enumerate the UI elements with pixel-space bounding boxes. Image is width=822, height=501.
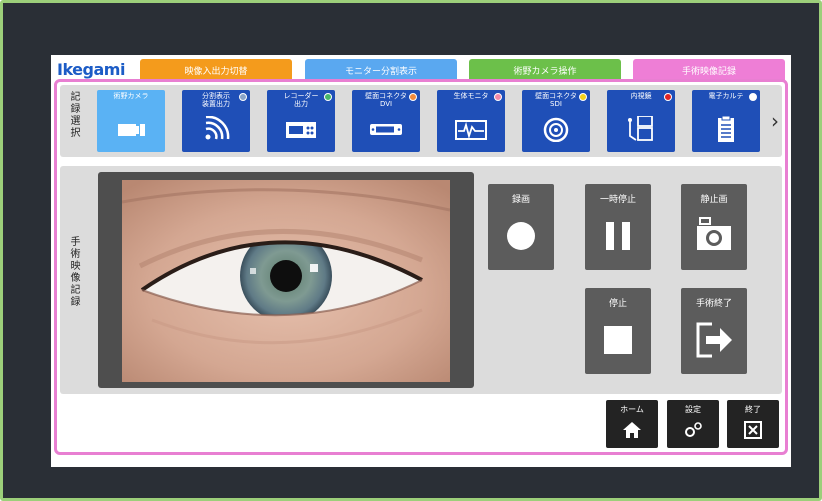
home-label: ホーム	[620, 405, 644, 414]
still-image-button[interactable]: 静止画	[681, 184, 747, 270]
vital-monitor-icon	[455, 120, 487, 140]
home-button[interactable]: ホーム	[606, 400, 658, 448]
video-preview	[98, 172, 474, 388]
status-dot	[579, 93, 587, 101]
source-button-endoscope[interactable]: 内視鏡	[607, 90, 675, 152]
status-dot	[409, 93, 417, 101]
eye-image	[122, 180, 450, 382]
gear-icon	[685, 422, 702, 437]
source-button-electronic-chart[interactable]: 電子カルテ	[692, 90, 760, 152]
status-dot	[494, 93, 502, 101]
dvi-connector-icon	[370, 124, 402, 135]
settings-button[interactable]: 設定	[667, 400, 719, 448]
source-select-panel: 記録選択 術野カメラ 分割表示 装置出力 レコーダー 出力 壁面コネクタ DVI…	[60, 85, 782, 157]
settings-label: 設定	[685, 405, 701, 414]
end-surgery-button[interactable]: 手術終了	[681, 288, 747, 374]
tab-camera-control[interactable]: 術野カメラ操作	[469, 59, 621, 81]
endoscope-icon	[628, 116, 653, 141]
status-dot	[749, 93, 757, 101]
source-button-recorder-output[interactable]: レコーダー 出力	[267, 90, 335, 152]
source-button-split-output[interactable]: 分割表示 装置出力	[182, 90, 250, 152]
status-dot	[239, 93, 247, 101]
pause-icon	[606, 222, 630, 250]
source-button-vital-monitor[interactable]: 生体モニタ	[437, 90, 505, 152]
tab-video-io-switch[interactable]: 映像入出力切替	[140, 59, 292, 81]
pause-button[interactable]: 一時停止	[585, 184, 651, 270]
recording-panel: 手術映像記録 録画 一時停止 静止画 停止 手術終了	[60, 166, 782, 394]
end-surgery-label: 手術終了	[695, 299, 732, 309]
still-image-label: 静止画	[700, 195, 728, 205]
tab-surgery-recording[interactable]: 手術映像記録	[633, 59, 785, 81]
pause-label: 一時停止	[599, 195, 636, 205]
camera-snapshot-icon	[697, 217, 731, 250]
recording-section-label: 手術映像記録	[68, 236, 79, 308]
stop-icon	[604, 326, 632, 354]
signal-icon	[205, 116, 230, 140]
exit-label: 終了	[745, 405, 761, 414]
record-label: 録画	[511, 195, 530, 205]
ikegami-logo: Ikegami	[57, 60, 125, 79]
source-select-label: 記録選択	[68, 91, 79, 139]
source-button-surgical-camera[interactable]: 術野カメラ	[97, 90, 165, 152]
stop-button[interactable]: 停止	[585, 288, 651, 374]
camera-icon	[118, 124, 145, 136]
tab-monitor-split[interactable]: モニター分割表示	[305, 59, 457, 81]
exit-button[interactable]: 終了	[727, 400, 779, 448]
source-button-wall-dvi[interactable]: 壁面コネクタ DVI	[352, 90, 420, 152]
record-icon	[507, 222, 535, 250]
chevron-right-icon[interactable]: ›	[771, 109, 779, 133]
stop-label: 停止	[608, 299, 627, 309]
source-label: 術野カメラ	[113, 92, 149, 100]
source-button-wall-sdi[interactable]: 壁面コネクタ SDI	[522, 90, 590, 152]
monitor-bezel: Ikegami 映像入出力切替 モニター分割表示 術野カメラ操作 手術映像記録 …	[0, 0, 822, 501]
exit-arrow-icon	[696, 322, 732, 358]
record-button[interactable]: 録画	[488, 184, 554, 270]
sdi-connector-icon	[543, 117, 569, 142]
status-dot	[324, 93, 332, 101]
clipboard-icon	[718, 116, 734, 142]
status-dot	[664, 93, 672, 101]
home-icon	[623, 422, 641, 438]
main-frame: 記録選択 術野カメラ 分割表示 装置出力 レコーダー 出力 壁面コネクタ DVI…	[54, 79, 788, 455]
recorder-icon	[286, 122, 316, 138]
close-icon	[744, 421, 762, 439]
screen: Ikegami 映像入出力切替 モニター分割表示 術野カメラ操作 手術映像記録 …	[51, 55, 791, 467]
